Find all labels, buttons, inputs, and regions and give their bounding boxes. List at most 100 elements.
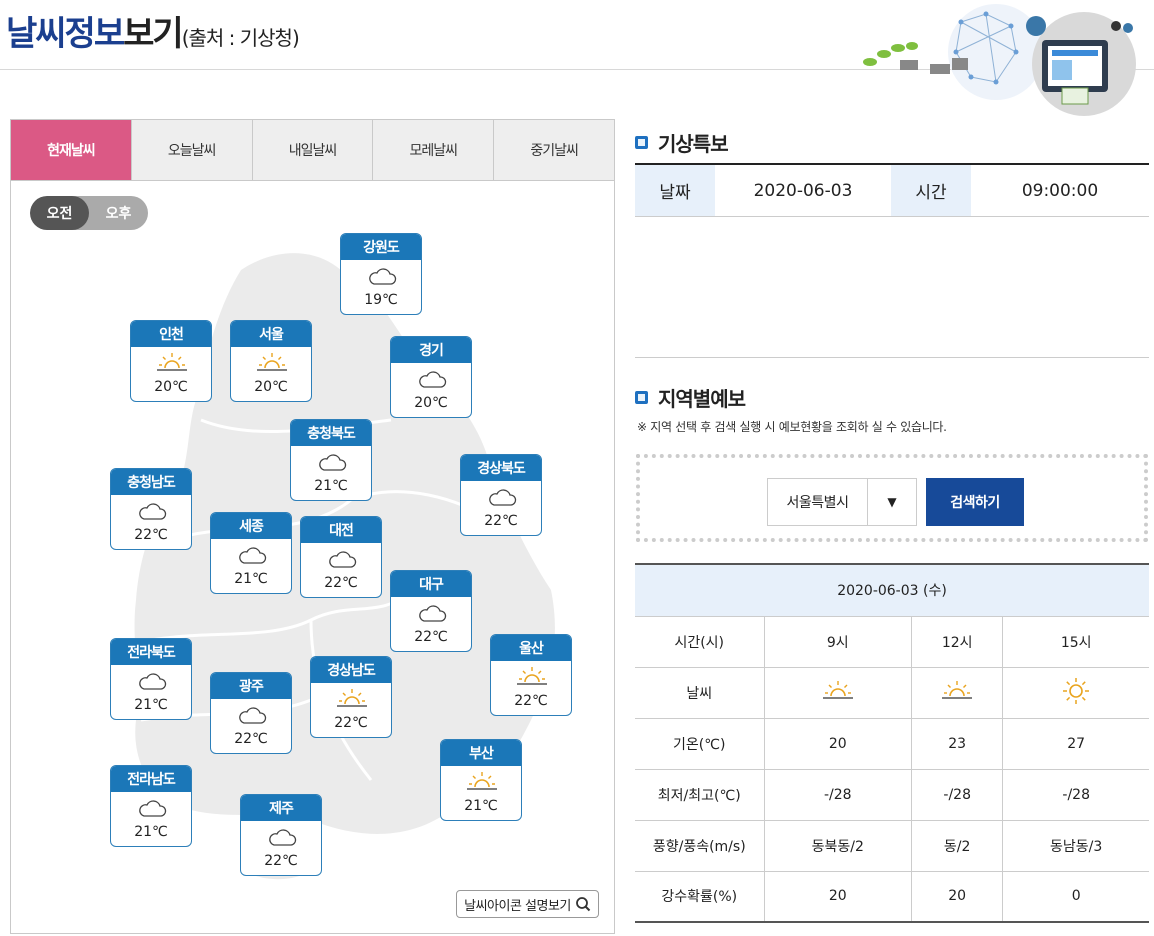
icon-legend-label: 날씨아이콘 설명보기 xyxy=(464,898,571,914)
table-row: 날씨 xyxy=(635,666,1149,719)
regional-heading: 지역별예보 xyxy=(658,387,746,411)
region-name: 세종 xyxy=(211,513,291,539)
region-card-busan[interactable]: 부산 21℃ xyxy=(440,739,522,821)
region-name: 전라남도 xyxy=(111,766,191,792)
cloud-icon xyxy=(239,707,267,724)
regional-note: ※ 지역 선택 후 검색 실행 시 예보현황을 조회하 실 수 있습니다. xyxy=(637,420,947,434)
region-select[interactable]: 서울특별시 ▼ xyxy=(767,478,917,526)
region-card-gyeongnam[interactable]: 경상남도 22℃ xyxy=(310,656,392,738)
region-temp: 22℃ xyxy=(324,575,358,591)
title-highlight: 날씨정보 xyxy=(6,14,125,54)
cloud-icon xyxy=(239,547,267,564)
header-illustration xyxy=(863,4,1136,116)
sunrise-icon xyxy=(257,353,287,371)
sunrise-icon xyxy=(942,680,973,699)
alert-content xyxy=(635,216,1149,358)
region-temp: 21℃ xyxy=(234,571,268,587)
region-name: 강원도 xyxy=(341,234,421,260)
region-card-ulsan[interactable]: 울산 22℃ xyxy=(490,634,572,716)
table-row: 기온(℃) 20 23 27 xyxy=(635,717,1149,770)
region-card-gyeongbuk[interactable]: 경상북도 22℃ xyxy=(460,454,542,536)
table-row: 강수확률(%) 20 20 0 xyxy=(635,870,1149,923)
pm-button[interactable]: 오후 xyxy=(89,196,148,230)
region-card-daegu[interactable]: 대구 22℃ xyxy=(390,570,472,652)
region-card-chungnam[interactable]: 충청남도 22℃ xyxy=(110,468,192,550)
table-cell: -/28 xyxy=(1002,768,1149,821)
region-temp: 22℃ xyxy=(334,715,368,731)
row-label: 기온(℃) xyxy=(635,717,765,770)
table-row: 2020-06-03 (수) xyxy=(635,563,1149,617)
table-cell: -/28 xyxy=(764,768,912,821)
region-card-incheon[interactable]: 인천 20℃ xyxy=(130,320,212,402)
region-temp: 21℃ xyxy=(314,478,348,494)
alert-time-label: 시간 xyxy=(891,165,971,216)
sunrise-icon xyxy=(822,680,853,699)
table-cell: 동/2 xyxy=(911,819,1004,872)
region-card-jeonnam[interactable]: 전라남도 21℃ xyxy=(110,765,192,847)
forecast-date-header: 2020-06-03 (수) xyxy=(635,563,1149,617)
row-label: 최저/최고(℃) xyxy=(635,768,765,821)
region-temp: 22℃ xyxy=(264,853,298,869)
alert-date-value: 2020-06-03 xyxy=(753,180,853,201)
region-temp: 20℃ xyxy=(154,379,188,395)
alert-time-value: 09:00:00 xyxy=(1021,180,1099,201)
table-cell: 0 xyxy=(1002,870,1149,923)
table-cell: 12시 xyxy=(911,615,1004,668)
region-card-gangwon[interactable]: 강원도 19℃ xyxy=(340,233,422,315)
region-name: 경상북도 xyxy=(461,455,541,481)
table-cell: 20 xyxy=(911,870,1004,923)
cloud-icon xyxy=(419,371,447,388)
region-name: 경기 xyxy=(391,337,471,363)
table-cell: 20 xyxy=(764,717,912,770)
region-card-chungbuk[interactable]: 충청북도 21℃ xyxy=(290,419,372,501)
region-card-gyeonggi[interactable]: 경기 20℃ xyxy=(390,336,472,418)
table-row: 시간(시) 9시 12시 15시 xyxy=(635,615,1149,668)
region-name: 대구 xyxy=(391,571,471,597)
table-cell: 9시 xyxy=(764,615,912,668)
icon-legend-button[interactable]: 날씨아이콘 설명보기 xyxy=(456,890,599,918)
search-icon xyxy=(575,897,591,912)
sunrise-icon xyxy=(467,772,497,790)
ampm-toggle: 오전 오후 xyxy=(30,196,148,230)
region-card-sejong[interactable]: 세종 21℃ xyxy=(210,512,292,594)
region-name: 충청북도 xyxy=(291,420,371,446)
dropdown-arrow-icon: ▼ xyxy=(887,495,897,509)
page-title: 날씨정보보기(출처 : 기상청) xyxy=(6,6,300,55)
title-rest: 보기 xyxy=(123,14,184,54)
region-temp: 22℃ xyxy=(134,527,168,543)
sun-icon xyxy=(1063,677,1090,704)
weather-alert-table: 날짜 2020-06-03 시간 09:00:00 xyxy=(635,163,1149,217)
region-card-jeju[interactable]: 제주 22℃ xyxy=(240,794,322,876)
cloud-icon xyxy=(369,268,397,285)
sunrise-icon xyxy=(337,689,367,707)
am-button[interactable]: 오전 xyxy=(30,196,89,230)
region-card-seoul[interactable]: 서울 20℃ xyxy=(230,320,312,402)
row-label: 풍향/풍속(m/s) xyxy=(635,819,765,872)
table-row: 풍향/풍속(m/s) 동북동/2 동/2 동남동/3 xyxy=(635,819,1149,872)
region-temp: 21℃ xyxy=(464,798,498,814)
region-temp: 20℃ xyxy=(254,379,288,395)
region-card-daejeon[interactable]: 대전 22℃ xyxy=(300,516,382,598)
region-name: 충청남도 xyxy=(111,469,191,495)
section-bullet-icon xyxy=(635,136,648,149)
region-temp: 21℃ xyxy=(134,697,168,713)
region-name: 전라북도 xyxy=(111,639,191,665)
search-button[interactable]: 검색하기 xyxy=(926,478,1024,526)
cloud-icon xyxy=(139,673,167,690)
row-label: 시간(시) xyxy=(635,615,765,668)
region-card-jeonbuk[interactable]: 전라북도 21℃ xyxy=(110,638,192,720)
region-name: 서울 xyxy=(231,321,311,347)
region-search-box: 서울특별시 ▼ 검색하기 xyxy=(636,454,1148,542)
table-cell: 20 xyxy=(764,870,912,923)
region-temp: 19℃ xyxy=(364,292,398,308)
weather-map-panel: 현재날씨 오늘날씨 내일날씨 모레날씨 중기날씨 오전 오후 강원도 19℃ 인… xyxy=(10,119,615,934)
regional-forecast-table: 2020-06-03 (수) 시간(시) 9시 12시 15시 날씨 기온(℃)… xyxy=(635,563,1149,923)
alert-date-label: 날짜 xyxy=(635,165,715,216)
table-cell xyxy=(911,666,1004,719)
table-cell xyxy=(1002,666,1149,719)
region-select-value: 서울특별시 xyxy=(768,479,868,525)
region-card-gwangju[interactable]: 광주 22℃ xyxy=(210,672,292,754)
table-cell: 15시 xyxy=(1002,615,1149,668)
sunrise-icon xyxy=(517,667,547,685)
table-cell: 27 xyxy=(1002,717,1149,770)
